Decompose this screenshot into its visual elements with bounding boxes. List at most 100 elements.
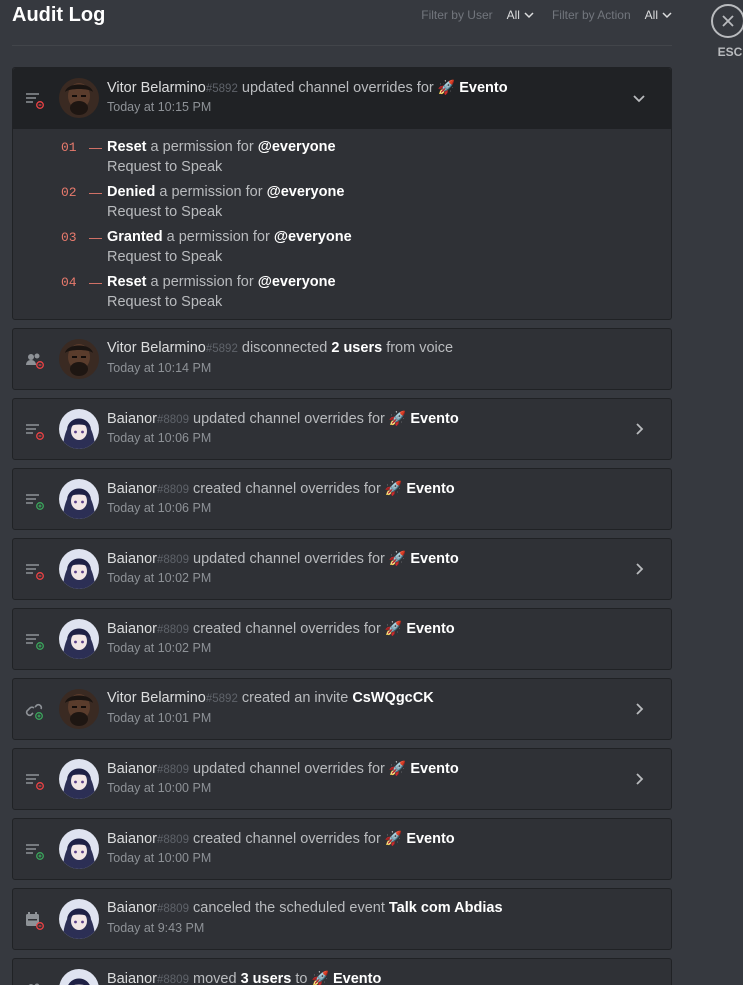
username[interactable]: Baianor xyxy=(107,481,157,497)
username[interactable]: Baianor xyxy=(107,551,157,567)
audit-log-entry[interactable]: Baianor#8809 created channel overrides f… xyxy=(12,818,672,880)
avatar xyxy=(59,829,99,869)
username[interactable]: Baianor xyxy=(107,621,157,637)
entry-header[interactable]: Baianor#8809 created channel overrides f… xyxy=(13,819,671,880)
audit-log-entry[interactable]: Baianor#8809 moved 3 users to 🚀 Evento xyxy=(12,958,672,985)
username[interactable]: Baianor xyxy=(107,411,157,427)
action-target: Evento xyxy=(410,761,459,777)
discriminator: #8809 xyxy=(156,903,189,915)
action-target: Evento xyxy=(406,621,455,637)
member-move-icon xyxy=(25,981,45,985)
entry-header[interactable]: Baianor#8809 moved 3 users to 🚀 Evento xyxy=(13,959,671,985)
discriminator: #8809 xyxy=(156,764,189,776)
change-number: 01 xyxy=(61,140,77,155)
audit-log-entry[interactable]: Baianor#8809 updated channel overrides f… xyxy=(12,398,672,460)
username[interactable]: Vitor Belarmino xyxy=(107,340,206,356)
entry-summary: Vitor Belarmino#5892 created an invite C… xyxy=(107,690,434,706)
action-text: disconnected xyxy=(241,340,328,356)
change-number: 02 xyxy=(61,185,77,200)
avatar xyxy=(59,409,99,449)
entry-summary: Baianor#8809 created channel overrides f… xyxy=(107,620,455,637)
change-verb: Denied xyxy=(107,184,156,200)
filter-by-user-label: Filter by User xyxy=(421,8,493,22)
entry-summary: Baianor#8809 canceled the scheduled even… xyxy=(107,900,503,916)
audit-log-entry[interactable]: Baianor#8809 canceled the scheduled even… xyxy=(12,888,672,950)
avatar xyxy=(59,549,99,589)
entry-timestamp: Today at 10:14 PM xyxy=(107,361,212,375)
audit-log-entry[interactable]: Baianor#8809 updated channel overrides f… xyxy=(12,748,672,810)
action-target: Evento xyxy=(410,551,459,567)
change-target: @everyone xyxy=(266,184,345,200)
action-text: updated channel overrides for xyxy=(241,80,434,96)
username[interactable]: Vitor Belarmino xyxy=(107,80,206,96)
action-target: Evento xyxy=(410,411,459,427)
change-number: 04 xyxy=(61,275,77,290)
entry-header[interactable]: Vitor Belarmino#5892 disconnected 2 user… xyxy=(13,329,671,390)
filters: Filter by User All Filter by Action All xyxy=(421,8,672,22)
username[interactable]: Baianor xyxy=(107,900,157,916)
close-button[interactable] xyxy=(711,4,743,38)
entry-header[interactable]: Baianor#8809 updated channel overrides f… xyxy=(13,749,671,810)
username[interactable]: Vitor Belarmino xyxy=(107,690,206,706)
entry-header[interactable]: Baianor#8809 created channel overrides f… xyxy=(13,609,671,670)
change-item: 02 — Denied a permission for @everyone Requ… xyxy=(13,182,671,227)
discriminator: #5892 xyxy=(205,693,238,705)
change-target: @everyone xyxy=(257,274,336,290)
permission-name: Request to Speak xyxy=(107,159,223,175)
entry-header[interactable]: Baianor#8809 updated channel overrides f… xyxy=(13,539,671,600)
entry-summary: Baianor#8809 updated channel overrides f… xyxy=(107,410,459,427)
audit-log-list: Vitor Belarmino#5892 updated channel ove… xyxy=(12,67,672,985)
channel-create-icon xyxy=(25,841,45,861)
change-dash: — xyxy=(89,140,102,155)
action-text: created channel overrides for xyxy=(193,831,381,847)
username[interactable]: Baianor xyxy=(107,971,157,985)
entry-header[interactable]: Vitor Belarmino#5892 updated channel ove… xyxy=(13,68,671,129)
entry-timestamp: Today at 10:15 PM xyxy=(107,100,212,114)
member-disconnect-icon xyxy=(25,351,45,371)
channel-update-icon xyxy=(25,771,45,791)
rocket-icon: 🚀 xyxy=(388,760,407,776)
username[interactable]: Baianor xyxy=(107,761,157,777)
username[interactable]: Baianor xyxy=(107,831,157,847)
entry-summary: Baianor#8809 created channel overrides f… xyxy=(107,830,455,847)
change-text: a permission for xyxy=(150,274,254,290)
rocket-icon: 🚀 xyxy=(388,550,407,566)
change-text: a permission for xyxy=(159,184,263,200)
rocket-icon: 🚀 xyxy=(384,620,403,636)
permission-name: Request to Speak xyxy=(107,294,223,310)
rocket-icon: 🚀 xyxy=(437,79,456,95)
change-summary: Granted a permission for @everyone xyxy=(107,229,352,245)
audit-log-entry[interactable]: Baianor#8809 created channel overrides f… xyxy=(12,608,672,670)
avatar xyxy=(59,479,99,519)
entry-header[interactable]: Baianor#8809 created channel overrides f… xyxy=(13,469,671,530)
entry-timestamp: Today at 10:00 PM xyxy=(107,851,212,865)
audit-log-entry[interactable]: Baianor#8809 updated channel overrides f… xyxy=(12,538,672,600)
entry-timestamp: Today at 10:02 PM xyxy=(107,571,212,585)
action-target: Evento xyxy=(406,481,455,497)
action-target: 3 users xyxy=(240,971,292,985)
discriminator: #5892 xyxy=(205,83,238,95)
audit-log-entry[interactable]: Vitor Belarmino#5892 updated channel ove… xyxy=(12,67,672,320)
change-item: 03 — Granted a permission for @everyone Req… xyxy=(13,227,671,272)
entry-header[interactable]: Baianor#8809 updated channel overrides f… xyxy=(13,399,671,460)
discriminator: #8809 xyxy=(156,554,189,566)
action-text: updated channel overrides for xyxy=(193,761,385,777)
change-target: @everyone xyxy=(257,139,336,155)
entry-header[interactable]: Baianor#8809 canceled the scheduled even… xyxy=(13,889,671,950)
entry-timestamp: Today at 10:06 PM xyxy=(107,501,212,515)
action-target: Evento xyxy=(459,80,508,96)
entry-header[interactable]: Vitor Belarmino#5892 created an invite C… xyxy=(13,679,671,740)
change-summary: Reset a permission for @everyone xyxy=(107,274,336,290)
action-text: moved xyxy=(193,971,237,985)
rocket-icon: 🚀 xyxy=(388,410,407,426)
audit-log-entry[interactable]: Baianor#8809 created channel overrides f… xyxy=(12,468,672,530)
discriminator: #8809 xyxy=(156,414,189,426)
filter-by-action-dropdown[interactable]: All xyxy=(645,8,672,22)
entry-summary: Vitor Belarmino#5892 updated channel ove… xyxy=(107,79,508,96)
filter-by-user-dropdown[interactable]: All xyxy=(507,8,534,22)
audit-log-entry[interactable]: Vitor Belarmino#5892 disconnected 2 user… xyxy=(12,328,672,390)
change-dash: — xyxy=(89,275,102,290)
permission-name: Request to Speak xyxy=(107,204,223,220)
audit-log-entry[interactable]: Vitor Belarmino#5892 created an invite C… xyxy=(12,678,672,740)
action-target: Talk com Abdias xyxy=(388,900,503,916)
